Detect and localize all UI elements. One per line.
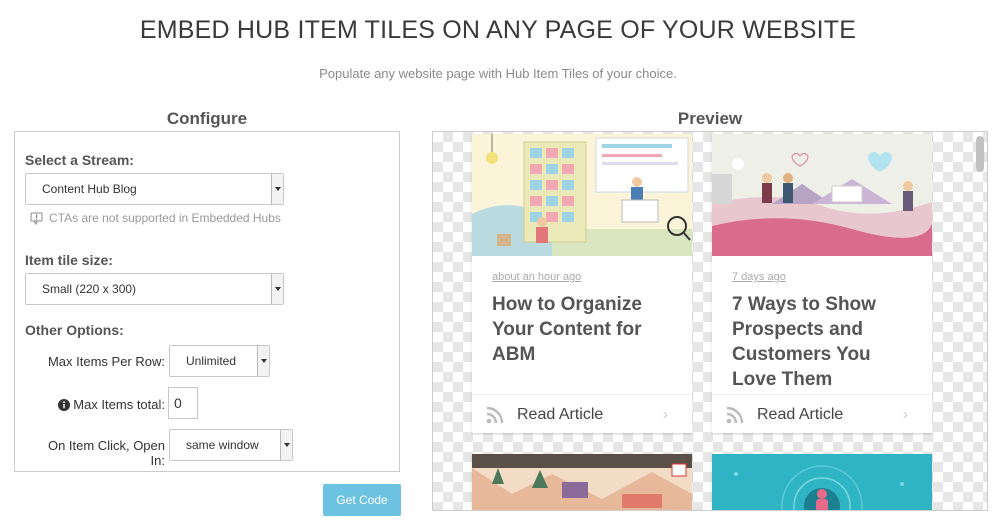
tile-image	[472, 134, 692, 256]
configure-heading: Configure	[166, 109, 248, 128]
preview-pane[interactable]: about an hour ago How to Organize Your C…	[432, 131, 988, 511]
dropdown-arrow-icon	[257, 346, 269, 376]
other-options-label: Other Options:	[25, 322, 124, 338]
max-total-label-row: Max Items total:	[30, 397, 165, 412]
read-article-label: Read Article	[517, 405, 604, 423]
tile-title[interactable]: How to Organize Your Content for ABM	[492, 292, 677, 367]
tile-size-select[interactable]: Small (220 x 300)	[25, 273, 284, 305]
rss-icon	[486, 406, 504, 423]
page-title: EMBED HUB ITEM TILES ON ANY PAGE OF YOUR…	[139, 16, 857, 44]
chevron-right-icon: ›	[902, 405, 908, 423]
open-in-label: On Item Click, Open In:	[47, 438, 165, 468]
rss-icon	[726, 406, 744, 423]
tile-title[interactable]: 7 Ways to Show Prospects and Customers Y…	[732, 292, 917, 392]
open-in-value: same window	[186, 438, 259, 452]
max-per-row-label: Max Items Per Row:	[47, 354, 165, 369]
preview-scrollbar[interactable]	[976, 136, 984, 172]
tile-date: about an hour ago	[492, 271, 582, 283]
dropdown-arrow-icon	[271, 274, 283, 304]
max-per-row-select[interactable]: Unlimited	[169, 345, 270, 377]
tile-image	[712, 454, 932, 510]
max-total-label: Max Items total:	[73, 397, 165, 412]
hub-tile[interactable]	[712, 454, 932, 510]
cta-note: CTAs are not supported in Embedded Hubs	[30, 211, 281, 225]
hub-tile[interactable]: about an hour ago How to Organize Your C…	[472, 134, 692, 433]
dropdown-arrow-icon	[271, 174, 283, 204]
tile-size-label: Item tile size:	[25, 252, 113, 268]
chevron-right-icon: ›	[662, 405, 668, 423]
cta-warning-icon	[30, 212, 43, 225]
read-article-link[interactable]: Read Article ›	[472, 394, 692, 434]
tile-image	[712, 134, 932, 256]
read-article-label: Read Article	[757, 405, 844, 423]
info-icon	[58, 398, 71, 411]
tile-size-select-value: Small (220 x 300)	[42, 282, 137, 296]
stream-select-value: Content Hub Blog	[42, 182, 137, 196]
open-in-select[interactable]: same window	[169, 429, 293, 461]
hub-tile[interactable]: 7 days ago 7 Ways to Show Prospects and …	[712, 134, 932, 433]
stream-label: Select a Stream:	[25, 152, 134, 168]
tile-date: 7 days ago	[732, 271, 786, 283]
dropdown-arrow-icon	[280, 430, 292, 460]
preview-heading: Preview	[677, 109, 743, 128]
cta-note-text: CTAs are not supported in Embedded Hubs	[49, 211, 281, 225]
hub-tile[interactable]	[472, 454, 692, 510]
get-code-button[interactable]: Get Code	[323, 484, 401, 516]
read-article-link[interactable]: Read Article ›	[712, 394, 932, 434]
page-subtitle: Populate any website page with Hub Item …	[319, 66, 677, 81]
stream-select[interactable]: Content Hub Blog	[25, 173, 284, 205]
max-total-input[interactable]: 0	[168, 387, 198, 419]
max-per-row-value: Unlimited	[186, 354, 237, 368]
tile-image	[472, 454, 692, 510]
